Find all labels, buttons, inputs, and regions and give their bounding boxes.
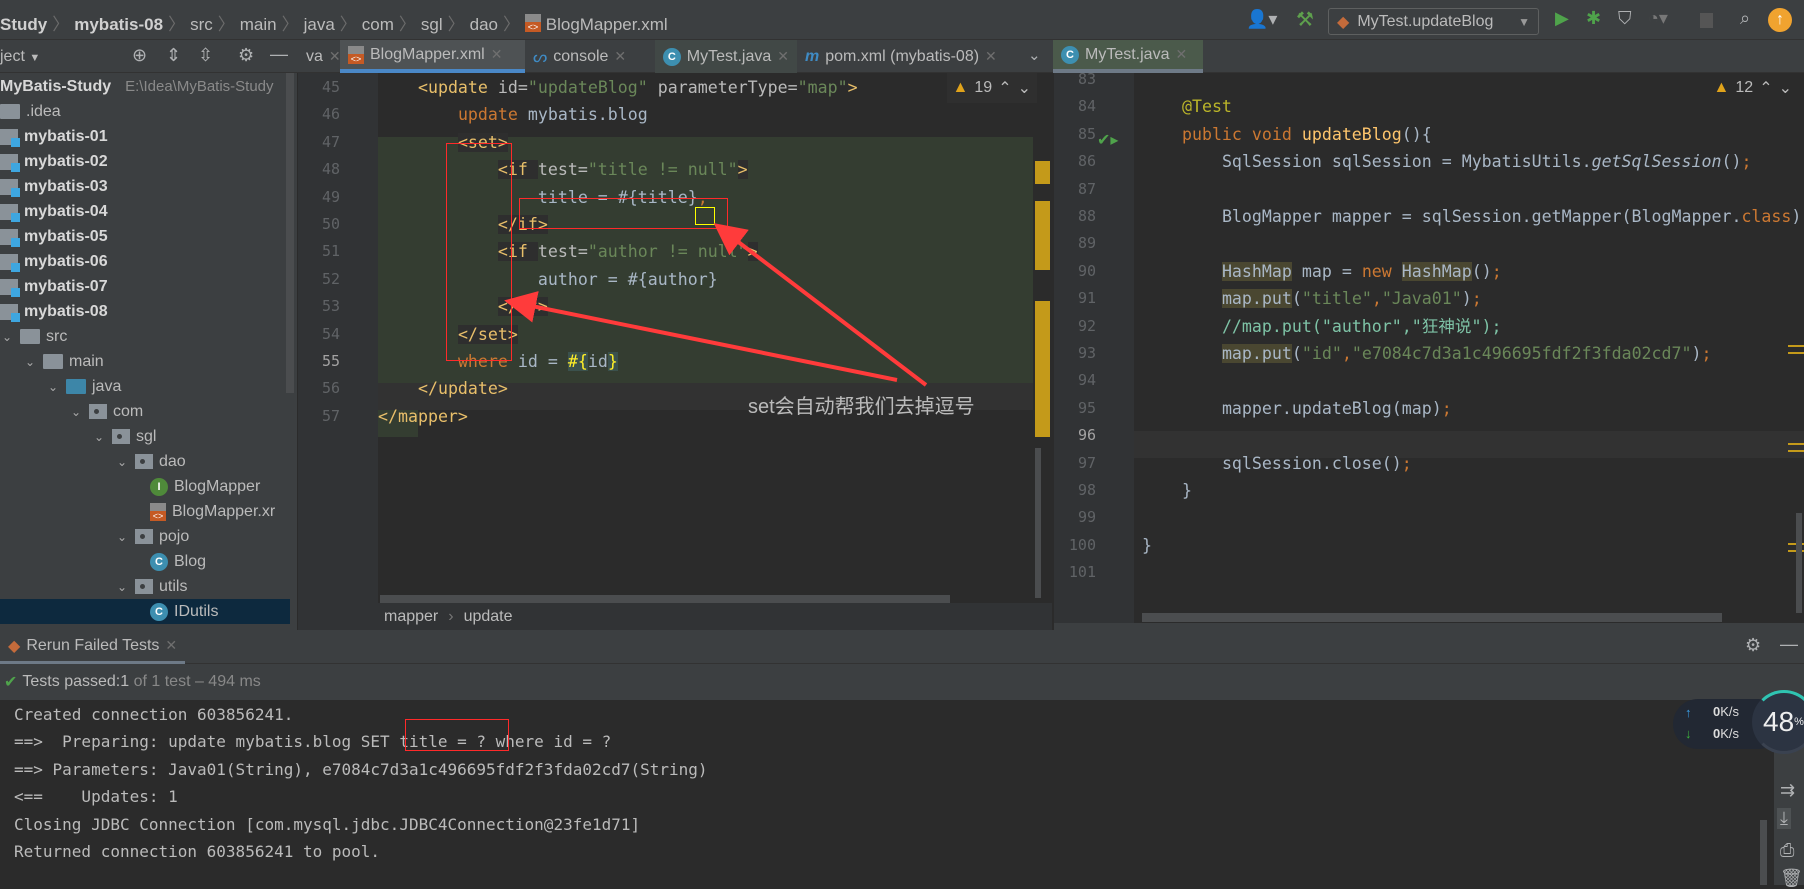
check-icon: ✔ (4, 674, 18, 691)
console-line: ==> Parameters: Java01(String), e7084c7d… (14, 759, 708, 779)
test-status-bar: ✔ Tests passed: 1 of 1 test – 494 ms (0, 664, 1804, 700)
close-icon[interactable]: ✕ (165, 637, 177, 654)
status-suffix: of 1 test – 494 ms (129, 673, 261, 690)
download-arrow-icon: ↓ (1685, 726, 1692, 741)
clear-trash-icon[interactable]: 🗑 (1780, 868, 1803, 889)
arrow-to-comma (713, 223, 928, 387)
tab-rerun-failed-tests[interactable]: ◆ Rerun Failed Tests ✕ (0, 630, 186, 664)
console-line: <== Updates: 1 (14, 787, 178, 807)
tab-label: Rerun Failed Tests (26, 636, 160, 654)
minimize-icon[interactable]: — (1780, 634, 1798, 655)
sql-highlight-box (405, 719, 509, 751)
cpu-percent: 48 (1763, 706, 1795, 737)
soft-wrap-icon[interactable]: ⇉ (1780, 780, 1795, 801)
console-line: Returned connection 603856241 to pool. (14, 842, 381, 861)
run-panel: ◆ Rerun Failed Tests ✕ ⚙ — ✔ Tests passed:… (0, 630, 1804, 888)
console-line: ==> Preparing: update mybatis.blog SET t… (14, 732, 612, 752)
console-line: Created connection 603856241. (14, 705, 294, 724)
speed-unit: K/s (1720, 704, 1740, 719)
console-line: Closing JDBC Connection [com.mysql.jdbc.… (14, 814, 641, 834)
scroll-to-end-icon[interactable]: ⤓ (1777, 808, 1791, 829)
status-count: 1 (120, 673, 130, 690)
status-prefix: Tests passed: (22, 673, 121, 690)
print-icon[interactable]: ⎙ (1780, 840, 1794, 861)
arrow-to-set (504, 291, 898, 382)
test-config-icon: ◆ (8, 637, 21, 655)
console-scrollbar[interactable] (1760, 820, 1767, 885)
run-panel-header: ◆ Rerun Failed Tests ✕ ⚙ — (0, 630, 1804, 664)
speed-unit: K/s (1720, 726, 1740, 741)
annotation-text: set会自动帮我们去掉逗号 (748, 396, 975, 418)
gear-icon[interactable]: ⚙ (1745, 635, 1761, 656)
percent-sign: % (1794, 716, 1804, 728)
upload-arrow-icon: ↑ (1685, 705, 1692, 720)
